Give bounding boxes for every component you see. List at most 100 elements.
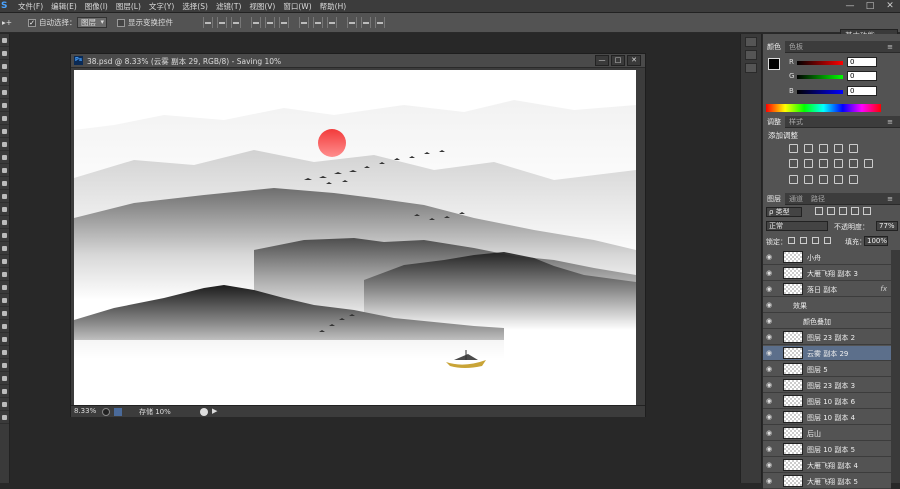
channel-mixer-icon[interactable] <box>849 159 858 168</box>
distribute-bottom-icon[interactable] <box>327 17 337 28</box>
tool-icon[interactable] <box>0 320 9 333</box>
visibility-eye-icon[interactable]: ◉ <box>766 445 772 453</box>
tool-icon[interactable] <box>0 164 9 177</box>
align-right-icon[interactable] <box>279 17 289 28</box>
tool-icon[interactable] <box>0 333 9 346</box>
tool-icon[interactable] <box>0 307 9 320</box>
channel-b-slider[interactable] <box>797 90 843 94</box>
align-bottom-icon[interactable] <box>231 17 241 28</box>
visibility-eye-icon[interactable]: ◉ <box>766 477 772 485</box>
blend-mode-dropdown[interactable]: 正常 <box>766 221 828 231</box>
visibility-eye-icon[interactable]: ◉ <box>766 253 772 261</box>
menu-item[interactable]: 文件(F) <box>14 0 47 13</box>
tool-icon[interactable] <box>0 86 9 99</box>
document-titlebar[interactable]: Ps 38.psd @ 8.33% (云雾 副本 29, RGB/8) - Sa… <box>71 54 645 68</box>
lock-pixels-icon[interactable] <box>800 237 807 244</box>
gradient-map-icon[interactable] <box>834 175 843 184</box>
doc-maximize-button[interactable]: □ <box>611 55 625 66</box>
move-tool-icon[interactable]: ▸+ <box>2 17 12 29</box>
channel-b-value[interactable]: 0 <box>847 86 877 96</box>
status-menu-arrow-icon[interactable]: ▶ <box>212 407 217 415</box>
tool-icon[interactable] <box>0 242 9 255</box>
tab-color[interactable]: 颜色 <box>763 41 785 53</box>
panel-menu-icon[interactable]: ≡ <box>883 116 897 128</box>
photo-filter-icon[interactable] <box>834 159 843 168</box>
tool-icon[interactable] <box>0 229 9 242</box>
layer-row[interactable]: ◉ 图层 10 副本 5 <box>763 442 891 457</box>
visibility-eye-icon[interactable]: ◉ <box>766 413 772 421</box>
color-lookup-icon[interactable] <box>864 159 873 168</box>
layer-filter-kind[interactable]: ρ 类型 <box>766 207 802 217</box>
threshold-icon[interactable] <box>819 175 828 184</box>
tool-icon[interactable] <box>0 372 9 385</box>
menu-item[interactable]: 文字(Y) <box>145 0 178 13</box>
align-vcenter-icon[interactable] <box>217 17 227 28</box>
tab-layers[interactable]: 图层 <box>763 193 785 205</box>
tool-icon[interactable] <box>0 281 9 294</box>
exposure-icon[interactable] <box>834 144 843 153</box>
layer-row[interactable]: ◉ 大雁飞翔 副本 5 <box>763 474 891 489</box>
tool-icon[interactable] <box>0 203 9 216</box>
layer-row[interactable]: ◉ 图层 5 <box>763 362 891 377</box>
layer-row[interactable]: ◉ 小舟 <box>763 250 891 265</box>
doc-info-icon[interactable] <box>102 408 110 416</box>
visibility-eye-icon[interactable]: ◉ <box>766 461 772 469</box>
curves-icon[interactable] <box>819 144 828 153</box>
layer-row[interactable]: ◉ 图层 10 副本 6 <box>763 394 891 409</box>
filter-adjust-icon[interactable] <box>827 207 835 215</box>
layer-row[interactable]: ◉ 云雾 副本 29 <box>763 346 891 361</box>
tool-icon[interactable] <box>0 411 9 424</box>
tool-icon[interactable] <box>0 346 9 359</box>
visibility-eye-icon[interactable]: ◉ <box>766 349 772 357</box>
properties-panel-icon[interactable] <box>745 50 757 60</box>
visibility-eye-icon[interactable]: ◉ <box>766 397 772 405</box>
tool-icon[interactable] <box>0 60 9 73</box>
layer-row[interactable]: ◉ 图层 23 副本 3 <box>763 378 891 393</box>
maximize-button[interactable]: □ <box>860 0 880 13</box>
tool-icon[interactable] <box>0 359 9 372</box>
history-panel-icon[interactable] <box>745 37 757 47</box>
tool-icon[interactable] <box>0 151 9 164</box>
menu-item[interactable]: 选择(S) <box>178 0 212 13</box>
canvas[interactable] <box>74 70 636 406</box>
tool-icon[interactable] <box>0 398 9 411</box>
selective-color-icon[interactable] <box>849 175 858 184</box>
cancel-save-icon[interactable] <box>200 408 208 416</box>
visibility-eye-icon[interactable]: ◉ <box>766 365 772 373</box>
panel-menu-icon[interactable]: ≡ <box>883 193 897 205</box>
layer-row[interactable]: ◉ 落日 副本 fx <box>763 282 891 297</box>
channel-r-value[interactable]: 0 <box>847 57 877 67</box>
tab-adjustments[interactable]: 调整 <box>763 116 785 128</box>
layer-row[interactable]: ◉ 颜色叠加 <box>763 314 891 329</box>
opacity-input[interactable]: 77% <box>876 221 898 231</box>
invert-icon[interactable] <box>789 175 798 184</box>
tool-icon[interactable] <box>0 294 9 307</box>
menu-item[interactable]: 图层(L) <box>112 0 145 13</box>
distribute-right-icon[interactable] <box>375 17 385 28</box>
tool-icon[interactable] <box>0 47 9 60</box>
tab-paths[interactable]: 路径 <box>807 193 829 205</box>
filter-pixel-icon[interactable] <box>815 207 823 215</box>
layer-row[interactable]: ◉ 效果 <box>763 298 891 313</box>
color-balance-icon[interactable] <box>804 159 813 168</box>
panel-menu-icon[interactable]: ≡ <box>883 41 897 53</box>
visibility-eye-icon[interactable]: ◉ <box>766 317 772 325</box>
menu-item[interactable]: 视图(V) <box>245 0 279 13</box>
layer-row[interactable]: ◉ 大雁飞翔 副本 3 <box>763 266 891 281</box>
menu-item[interactable]: 编辑(E) <box>47 0 81 13</box>
posterize-icon[interactable] <box>804 175 813 184</box>
layer-fx-icon[interactable]: fx <box>880 285 887 293</box>
tool-icon[interactable] <box>0 138 9 151</box>
character-panel-icon[interactable] <box>745 63 757 73</box>
levels-icon[interactable] <box>804 144 813 153</box>
close-button[interactable]: ✕ <box>880 0 900 13</box>
visibility-eye-icon[interactable]: ◉ <box>766 381 772 389</box>
doc-close-button[interactable]: ✕ <box>627 55 641 66</box>
brightness-icon[interactable] <box>789 144 798 153</box>
black-white-icon[interactable] <box>819 159 828 168</box>
channel-g-slider[interactable] <box>797 75 843 79</box>
tool-icon[interactable] <box>0 385 9 398</box>
channel-r-slider[interactable] <box>797 61 843 65</box>
hue-saturation-icon[interactable] <box>789 159 798 168</box>
tab-channels[interactable]: 通道 <box>785 193 807 205</box>
